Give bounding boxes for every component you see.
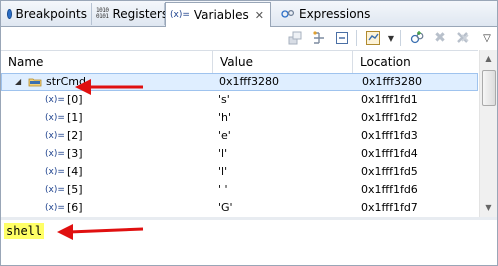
variable-value: ' ' <box>218 183 228 196</box>
tab-label: Expressions <box>299 7 371 21</box>
variables-icon: (x)= <box>170 10 190 20</box>
toolbar-separator <box>356 30 357 46</box>
annotation-arrow-icon <box>57 224 144 240</box>
registers-icon: 1010 0101 <box>96 7 109 20</box>
variable-name: [6] <box>67 201 83 214</box>
variable-name: [4] <box>67 165 83 178</box>
view-menu-icon[interactable]: ▽ <box>479 30 495 46</box>
column-header-value[interactable]: Value <box>213 51 353 73</box>
variable-location: 0x1fff1fd4 <box>361 147 418 160</box>
collapse-all-icon[interactable] <box>334 30 350 46</box>
tab-breakpoints[interactable]: Breakpoints <box>3 3 92 25</box>
variable-location: 0x1fff1fd3 <box>361 129 418 142</box>
table-row[interactable]: (x)= [2] 'e' 0x1fff1fd3 <box>1 127 478 145</box>
scroll-down-button[interactable]: ▼ <box>481 200 496 215</box>
variable-icon: (x)= <box>45 149 65 159</box>
tab-label: Variables <box>193 8 249 22</box>
table-row[interactable]: (x)= [4] 'l' 0x1fff1fd5 <box>1 163 478 181</box>
view-toolbar: ▼ ✖ ▽ <box>1 27 497 49</box>
table-row[interactable]: (x)= [5] ' ' 0x1fff1fd6 <box>1 181 478 199</box>
remove-icon[interactable]: ✖ <box>432 30 448 46</box>
expressions-icon <box>281 9 295 18</box>
variable-location: 0x1fff1fd1 <box>361 93 418 106</box>
tab-registers[interactable]: 1010 0101 Registers <box>92 3 169 25</box>
chevron-down-icon[interactable]: ▼ <box>383 30 399 46</box>
variable-name: [3] <box>67 147 83 160</box>
variable-name: [2] <box>67 129 83 142</box>
scroll-up-button[interactable]: ▲ <box>481 51 496 66</box>
variable-location: 0x1fff1fd2 <box>361 111 418 124</box>
variable-location: 0x1fff1fd5 <box>361 165 418 178</box>
table-row[interactable]: (x)= [1] 'h' 0x1fff1fd2 <box>1 109 478 127</box>
select-layout-icon[interactable] <box>365 30 381 46</box>
variable-name: [5] <box>67 183 83 196</box>
tab-label: Breakpoints <box>15 7 87 21</box>
table-header: Name Value Location <box>1 50 478 74</box>
add-expression-icon[interactable] <box>409 30 425 46</box>
variable-value: 's' <box>218 93 230 106</box>
tab-label: Registers <box>112 7 169 21</box>
variable-icon: (x)= <box>45 203 65 213</box>
column-header-name[interactable]: Name <box>1 51 213 73</box>
variable-icon: (x)= <box>45 185 65 195</box>
detail-value-text: shell <box>4 223 45 239</box>
variable-name: [1] <box>67 111 83 124</box>
table-row[interactable]: (x)= [3] 'l' 0x1fff1fd4 <box>1 145 478 163</box>
variable-icon: (x)= <box>45 167 65 177</box>
variable-value: 'l' <box>218 147 228 160</box>
view-tab-bar: Breakpoints 1010 0101 Registers (x)= Var… <box>1 1 497 27</box>
column-header-location[interactable]: Location <box>353 51 478 73</box>
variable-value: 'h' <box>218 111 232 124</box>
variables-view: Breakpoints 1010 0101 Registers (x)= Var… <box>0 0 498 266</box>
show-logical-structure-icon[interactable] <box>311 30 327 46</box>
expand-toggle-icon[interactable]: ◢ <box>15 74 21 90</box>
tab-expressions[interactable]: Expressions <box>277 3 377 25</box>
variable-icon: (x)= <box>45 95 65 105</box>
variable-value: 'e' <box>218 129 231 142</box>
variable-value: 'l' <box>218 165 228 178</box>
tab-variables[interactable]: (x)= Variables ✕ <box>165 2 271 27</box>
table-row[interactable]: (x)= [6] 'G' 0x1fff1fd7 <box>1 199 478 217</box>
struct-icon <box>28 78 42 87</box>
close-icon[interactable]: ✕ <box>255 9 264 22</box>
scroll-thumb[interactable] <box>482 70 496 106</box>
variable-value: 0x1fff3280 <box>219 75 279 88</box>
variable-location: 0x1fff1fd7 <box>361 201 418 214</box>
remove-all-icon[interactable] <box>455 30 471 46</box>
show-type-names-icon[interactable] <box>287 30 303 46</box>
variable-value: 'G' <box>218 201 233 214</box>
variable-location: 0x1fff3280 <box>362 75 422 88</box>
toolbar-separator <box>400 30 401 46</box>
variable-icon: (x)= <box>45 131 65 141</box>
variable-location: 0x1fff1fd6 <box>361 183 418 196</box>
vertical-scrollbar[interactable]: ▲ ▼ <box>479 50 497 217</box>
breakpoint-icon <box>7 9 12 19</box>
variable-icon: (x)= <box>45 113 65 123</box>
annotation-arrow-icon <box>75 79 143 95</box>
